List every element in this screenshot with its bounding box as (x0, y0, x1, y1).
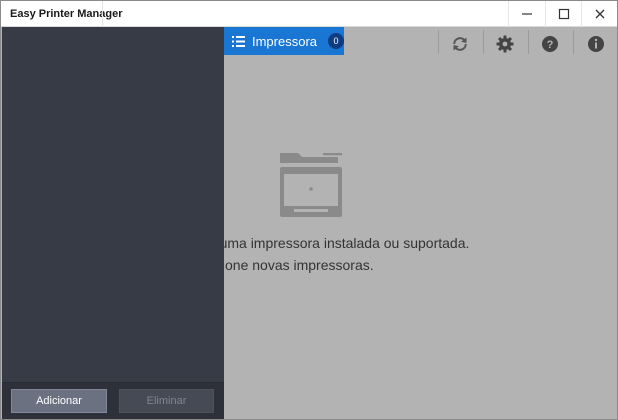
empty-message-line1: nhuma impressora instalada ou suportada. (204, 235, 470, 251)
maximize-icon (558, 8, 569, 20)
printer-icon (280, 153, 342, 217)
app-window: Easy Printer Manager Impressora 0 ? nhum… (0, 0, 618, 420)
list-icon (232, 35, 246, 47)
settings-icon (496, 35, 514, 53)
title-bar: Easy Printer Manager (1, 1, 617, 27)
info-button[interactable] (581, 31, 611, 57)
help-button[interactable]: ? (535, 31, 565, 57)
minimize-button[interactable] (508, 1, 544, 27)
add-button[interactable]: Adicionar (11, 389, 107, 413)
printer-count-badge: 0 (328, 33, 344, 49)
close-icon (595, 9, 604, 19)
delete-button[interactable]: Eliminar (119, 389, 214, 413)
close-button[interactable] (581, 1, 617, 27)
refresh-icon (453, 37, 467, 51)
help-icon: ? (542, 36, 558, 52)
toolbar-divider (528, 30, 529, 54)
maximize-button[interactable] (545, 1, 581, 27)
tab-printers[interactable]: Impressora 0 (224, 27, 344, 55)
toolbar-divider (438, 30, 439, 54)
settings-button[interactable] (490, 31, 520, 57)
title-divider (102, 1, 103, 27)
empty-message-line2: dicione novas impressoras. (204, 257, 374, 273)
tab-label: Impressora (251, 33, 318, 49)
toolbar-divider (483, 30, 484, 54)
info-icon (588, 36, 604, 52)
window-title: Easy Printer Manager (10, 8, 123, 20)
svg-text:?: ? (547, 39, 554, 51)
refresh-button[interactable] (445, 31, 475, 57)
printer-sidebar (2, 27, 224, 419)
toolbar-divider (573, 30, 574, 54)
minimize-icon (521, 13, 532, 15)
